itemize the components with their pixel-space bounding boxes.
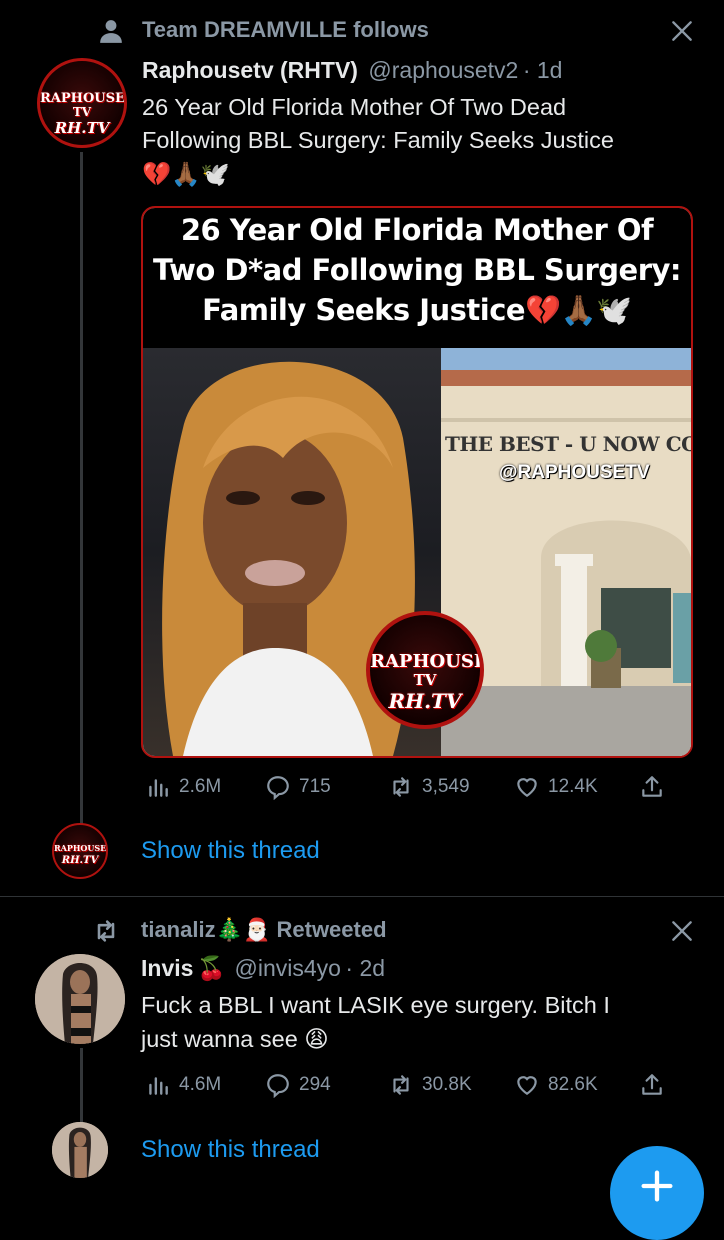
heart-icon xyxy=(517,1076,537,1095)
logo-text-line2: TV xyxy=(72,105,92,119)
tweet-text-line2: just wanna see 😩 xyxy=(141,1026,329,1052)
tweet-text-line2: Following BBL Surgery: Family Seeks Just… xyxy=(142,127,614,153)
heart-icon xyxy=(517,778,537,797)
views-count: 4.6M xyxy=(179,1074,222,1095)
retweet-icon xyxy=(393,1075,409,1095)
thread-avatar[interactable]: RAPHOUSE RH.TV xyxy=(52,823,108,879)
name-emoji: 🍒 xyxy=(197,955,227,981)
person-icon xyxy=(98,18,124,44)
share-button[interactable] xyxy=(639,774,665,800)
views-count: 2.6M xyxy=(179,776,222,797)
close-icon[interactable] xyxy=(669,18,695,44)
tweet-header: Invis 🍒 @invis4yo · 2d xyxy=(141,955,385,982)
reply-icon xyxy=(267,776,289,800)
retweet-button[interactable]: 30.8K xyxy=(388,1072,472,1098)
like-count: 82.6K xyxy=(548,1074,598,1095)
retweet-count: 30.8K xyxy=(422,1074,472,1095)
social-context[interactable]: Team DREAMVILLE follows xyxy=(142,17,429,43)
retweeted-label: Retweeted xyxy=(276,917,387,942)
retweet-context[interactable]: tianaliz🎄🎅🏻 Retweeted xyxy=(141,917,387,943)
watermark: @RAPHOUSETV xyxy=(499,462,650,483)
tweet-text-line1: 26 Year Old Florida Mother Of Two Dead xyxy=(142,94,567,120)
reply-count: 715 xyxy=(299,776,331,797)
avatar[interactable]: RAPHOUSE TV RH.TV xyxy=(37,58,127,148)
thread-line xyxy=(80,152,83,824)
timestamp[interactable]: · 2d xyxy=(345,955,385,981)
retweet-button[interactable]: 3,549 xyxy=(388,774,470,800)
thread-line xyxy=(80,1048,83,1122)
tweet-divider xyxy=(0,896,724,897)
views-icon xyxy=(149,779,168,797)
reply-icon xyxy=(267,1074,289,1098)
media-headline-line3: Family Seeks Justice💔🙏🏾🕊️ xyxy=(202,293,632,327)
tweet-text-line1: Fuck a BBL I want LASIK eye surgery. Bit… xyxy=(141,992,610,1018)
thread-avatar-line3: RH.TV xyxy=(61,855,99,866)
watermark-logo-line3: RH.TV xyxy=(388,689,462,713)
reply-button[interactable]: 715 xyxy=(265,774,331,800)
compose-button[interactable] xyxy=(610,1146,704,1240)
share-icon xyxy=(642,1074,662,1095)
handle[interactable]: @invis4yo xyxy=(235,955,341,981)
timestamp[interactable]: · 1d xyxy=(523,57,563,83)
media-headline: 26 Year Old Florida Mother Of Two D*ad F… xyxy=(143,208,691,348)
handle[interactable]: @raphousetv2 xyxy=(368,57,518,83)
views-button[interactable]: 4.6M xyxy=(145,1072,221,1098)
thread-avatar-line1: RAPHOUSE xyxy=(54,843,107,853)
retweeter-name[interactable]: tianaliz xyxy=(141,917,216,942)
reply-button[interactable]: 294 xyxy=(265,1072,331,1098)
like-button[interactable]: 12.4K xyxy=(514,774,598,800)
close-icon[interactable] xyxy=(669,918,695,944)
share-icon xyxy=(642,776,662,797)
compose-plus-icon xyxy=(641,1170,673,1202)
retweeter-emoji: 🎄🎅🏻 xyxy=(215,917,271,942)
reply-count: 294 xyxy=(299,1074,331,1095)
watermark-logo-line2: TV xyxy=(413,671,437,689)
like-count: 12.4K xyxy=(548,776,598,797)
show-thread-link[interactable]: Show this thread xyxy=(141,837,320,865)
show-thread-link[interactable]: Show this thread xyxy=(141,1136,320,1164)
media-headline-line2: Two D*ad Following BBL Surgery: xyxy=(152,253,682,287)
building-sign: THE BEST - U NOW CO xyxy=(445,432,691,456)
watermark-logo-line1: RAPHOUSE xyxy=(370,651,484,672)
like-button[interactable]: 82.6K xyxy=(514,1072,598,1098)
logo-text-line1: RAPHOUSE xyxy=(40,91,125,106)
display-name[interactable]: Invis xyxy=(141,955,193,981)
logo-text-line3: RH.TV xyxy=(54,119,110,137)
share-button[interactable] xyxy=(639,1072,665,1098)
views-button[interactable]: 2.6M xyxy=(145,774,221,800)
retweet-count: 3,549 xyxy=(422,776,470,797)
media-card[interactable]: 26 Year Old Florida Mother Of Two D*ad F… xyxy=(141,206,693,758)
thread-avatar[interactable] xyxy=(52,1122,108,1178)
views-icon xyxy=(149,1077,168,1095)
retweet-icon xyxy=(393,777,409,797)
media-headline-line1: 26 Year Old Florida Mother Of xyxy=(180,213,654,247)
avatar[interactable] xyxy=(35,954,125,1044)
retweet-context-icon xyxy=(92,917,120,945)
tweet-header: Raphousetv (RHTV) @raphousetv2 · 1d xyxy=(142,57,562,84)
tweet-text-emoji: 💔🙏🏾🕊️ xyxy=(142,161,230,187)
display-name[interactable]: Raphousetv (RHTV) xyxy=(142,57,358,83)
watermark-logo: RAPHOUSE TV RH.TV xyxy=(366,611,484,729)
